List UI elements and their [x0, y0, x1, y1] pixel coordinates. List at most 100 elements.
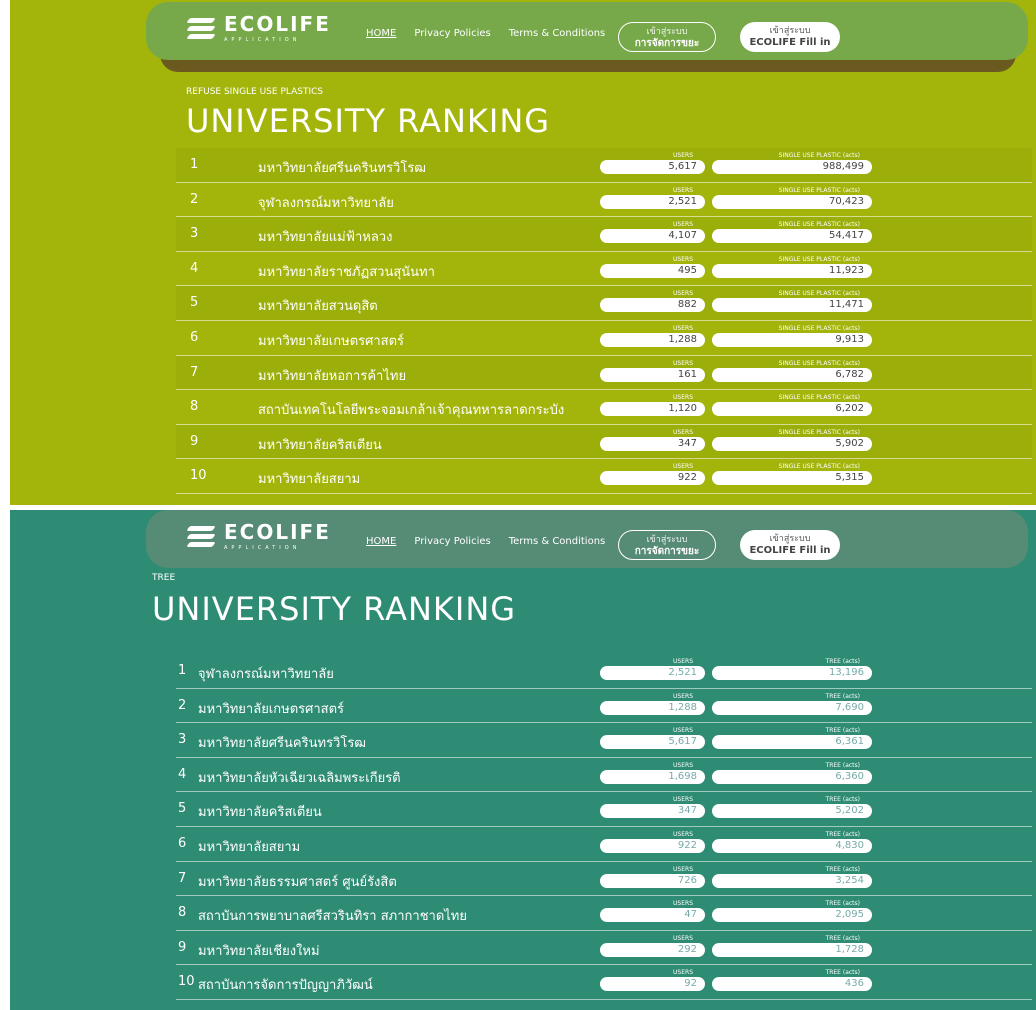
acts-label: TREE (acts) [825, 761, 860, 769]
users-stat: USERS 495 [600, 255, 705, 278]
acts-count: 13,196 [712, 666, 872, 680]
section-kicker: REFUSE SINGLE USE PLASTICS [186, 87, 324, 97]
rank-number: 8 [190, 399, 199, 415]
page-title: UNIVERSITY RANKING [152, 590, 517, 628]
nav-link-terms[interactable]: Terms & Conditions [509, 28, 606, 39]
users-count: 5,617 [600, 735, 705, 750]
ranking-list: 1 มหาวิทยาลัยศรีนครินทรวิโรฒ USERS 5,617 SIN… [176, 148, 1032, 494]
acts-label: TREE (acts) [825, 900, 860, 908]
rank-number: 5 [190, 295, 199, 311]
navbar: ECOLIFE APPLICATION HOME Privacy Policie… [146, 2, 1028, 60]
ranking-row: 1 มหาวิทยาลัยศรีนครินทรวิโรฒ USERS 5,617 SIN… [176, 148, 1032, 183]
users-label: USERS [673, 428, 693, 436]
acts-label: SINGLE USE PLASTIC (acts) [778, 290, 860, 298]
ranking-row: 8 สถาบันการพยาบาลศรีสวรินทิรา สภากาชาดไทย… [176, 896, 1032, 931]
users-stat: USERS 161 [600, 359, 705, 382]
users-count: 1,120 [600, 402, 705, 417]
brand-logo[interactable]: ECOLIFE APPLICATION [186, 12, 331, 43]
acts-label: TREE (acts) [825, 727, 860, 735]
fillin-login-button[interactable]: เข้าสู่ระบบ ECOLIFE Fill in [740, 530, 840, 560]
users-stat: USERS 47 [600, 899, 705, 923]
waste-login-big: การจัดการขยะ [634, 546, 700, 557]
users-count: 347 [600, 436, 705, 451]
ranking-row: 4 มหาวิทยาลัยหัวเฉียวเฉลิมพระเกียรติ USERS… [176, 758, 1032, 793]
navbar: ECOLIFE APPLICATION HOME Privacy Policie… [146, 510, 1028, 568]
ranking-row: 6 มหาวิทยาลัยสยาม USERS 922 TREE (acts) 4,830 [176, 827, 1032, 862]
rank-number: 10 [190, 468, 207, 484]
ranking-row: 5 มหาวิทยาลัยสวนดุสิต USERS 882 SINGLE USE P… [176, 286, 1032, 321]
users-label: USERS [673, 290, 693, 298]
users-stat: USERS 1,698 [600, 761, 705, 784]
waste-login-big: การจัดการขยะ [634, 38, 700, 49]
brand-name: ECOLIFE [224, 520, 331, 544]
ranking-row: 8 สถาบันเทคโนโลยีพระจอมเกล้าเจ้าคุณทหารลา… [176, 390, 1032, 425]
users-stat: USERS 292 [600, 934, 705, 957]
nav-link-terms[interactable]: Terms & Conditions [509, 536, 606, 547]
rank-number: 3 [190, 226, 199, 242]
rank-number: 3 [178, 732, 187, 748]
users-stat: USERS 92 [600, 968, 705, 992]
rank-number: 9 [190, 433, 199, 449]
users-label: USERS [673, 796, 693, 804]
waste-login-small: เข้าสู่ระบบ [646, 535, 688, 545]
users-count: 882 [600, 298, 705, 313]
nav-link-privacy[interactable]: Privacy Policies [414, 28, 490, 39]
ranking-row: 10 มหาวิทยาลัยสยาม USERS 922 SINGLE USE PLAS… [176, 459, 1032, 494]
nav-link-home[interactable]: HOME [366, 536, 396, 547]
users-count: 922 [600, 838, 705, 853]
rank-number: 4 [178, 766, 187, 782]
ranking-row: 2 มหาวิทยาลัยเกษตรศาสตร์ USERS 1,288 TREE (a… [176, 689, 1032, 724]
nav-links: HOME Privacy Policies Terms & Conditions [366, 28, 605, 39]
acts-stat: SINGLE USE PLASTIC (acts) 11,923 [712, 255, 872, 278]
users-stat: USERS 5,617 [600, 726, 705, 750]
users-label: USERS [673, 900, 693, 908]
acts-count: 11,471 [712, 298, 872, 313]
acts-stat: SINGLE USE PLASTIC (acts) 11,471 [712, 289, 872, 313]
waste-login-button[interactable]: เข้าสู่ระบบ การจัดการขยะ [618, 530, 716, 560]
rank-number: 6 [190, 329, 199, 345]
fillin-login-big: ECOLIFE Fill in [749, 545, 831, 556]
users-count: 92 [600, 977, 705, 992]
nav-link-privacy[interactable]: Privacy Policies [414, 536, 490, 547]
users-label: USERS [673, 969, 693, 977]
users-stat: USERS 882 [600, 289, 705, 313]
fillin-login-big: ECOLIFE Fill in [749, 37, 831, 48]
acts-count: 6,202 [712, 402, 872, 417]
fillin-login-button[interactable]: เข้าสู่ระบบ ECOLIFE Fill in [740, 22, 840, 52]
acts-stat: SINGLE USE PLASTIC (acts) 6,202 [712, 393, 872, 417]
users-count: 2,521 [600, 194, 705, 209]
ranking-row: 5 มหาวิทยาลัยคริสเตียน USERS 347 TREE (acts)… [176, 792, 1032, 827]
rank-number: 1 [190, 157, 199, 172]
ranking-list: 1 จุฬาลงกรณ์มหาวิทยาลัย USERS 2,521 TREE (ac… [176, 654, 1032, 1000]
nav-links: HOME Privacy Policies Terms & Conditions [366, 536, 605, 547]
university-name: มหาวิทยาลัยคริสเตียน [198, 805, 322, 821]
acts-stat: SINGLE USE PLASTIC (acts) 54,417 [712, 220, 872, 244]
acts-count: 1,728 [712, 942, 872, 957]
waste-login-button[interactable]: เข้าสู่ระบบ การจัดการขยะ [618, 22, 716, 52]
rank-number: 7 [190, 364, 199, 380]
acts-label: SINGLE USE PLASTIC (acts) [778, 186, 860, 194]
nav-link-home[interactable]: HOME [366, 28, 396, 39]
acts-count: 6,360 [712, 769, 872, 784]
university-name: จุฬาลงกรณ์มหาวิทยาลัย [258, 195, 394, 211]
users-label: USERS [673, 394, 693, 402]
university-name: มหาวิทยาลัยสวนดุสิต [258, 299, 378, 315]
ecolife-logo-icon [186, 524, 216, 550]
users-stat: USERS 1,288 [600, 692, 705, 715]
users-label: USERS [673, 221, 693, 229]
users-count: 4,107 [600, 229, 705, 244]
users-label: USERS [673, 463, 693, 471]
university-name: สถาบันเทคโนโลยีพระจอมเกล้าเจ้าคุณทหารลาด… [258, 403, 565, 419]
acts-label: TREE (acts) [825, 830, 860, 838]
users-stat: USERS 2,521 [600, 186, 705, 209]
acts-stat: TREE (acts) 2,095 [712, 899, 872, 923]
brand-logo[interactable]: ECOLIFE APPLICATION [186, 520, 331, 551]
acts-count: 4,830 [712, 838, 872, 853]
university-name: มหาวิทยาลัยศรีนครินทรวิโรฒ [198, 736, 367, 752]
users-label: USERS [673, 865, 693, 873]
users-count: 1,288 [600, 700, 705, 715]
brand-name: ECOLIFE [224, 12, 331, 36]
university-name: มหาวิทยาลัยเชียงใหม่ [198, 943, 320, 959]
acts-stat: TREE (acts) 4,830 [712, 830, 872, 853]
rank-number: 6 [178, 835, 187, 851]
